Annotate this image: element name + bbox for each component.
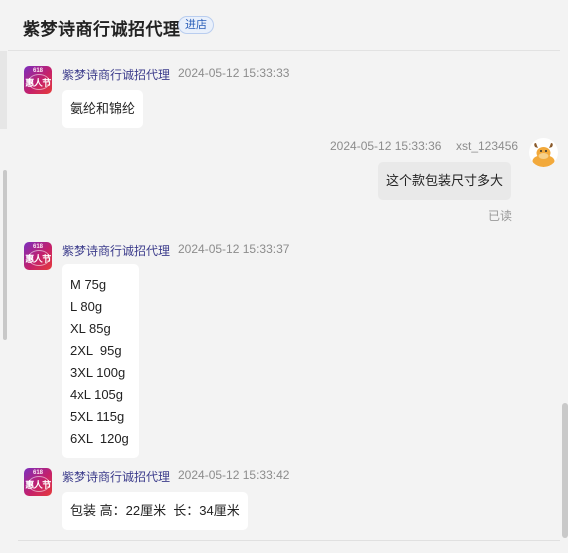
- message-text-line: 2XL 95g: [70, 343, 122, 358]
- message-text-line: XL 85g: [70, 321, 111, 336]
- merchant-avatar[interactable]: 618 惠人节: [24, 242, 52, 270]
- message-bubble[interactable]: M 75g L 80g XL 85g 2XL 95g 3XL 100g 4xL …: [62, 264, 139, 458]
- message-sender[interactable]: 紫梦诗商行诚招代理: [62, 66, 170, 83]
- message-time: 2024-05-12 15:33:33: [178, 66, 290, 80]
- message-time: 2024-05-12 15:33:37: [178, 242, 290, 256]
- scrollbar-thumb[interactable]: [562, 403, 568, 538]
- message-time: 2024-05-12 15:33:36: [330, 139, 442, 153]
- message-bubble[interactable]: 包装 高：22厘米 长：34厘米: [62, 492, 248, 530]
- message-time: 2024-05-12 15:33:42: [178, 468, 290, 482]
- message-bubble[interactable]: 氨纶和锦纶: [62, 90, 144, 128]
- message-text-line: 5XL 115g: [70, 409, 125, 424]
- read-status: 已读: [488, 209, 513, 223]
- left-panel-tab: [0, 51, 7, 129]
- my-message-bubble[interactable]: 这个款包装尺寸多大: [378, 162, 512, 200]
- enter-shop-button[interactable]: 进店: [178, 16, 214, 34]
- merchant-avatar[interactable]: 618 惠人节: [24, 468, 52, 496]
- merchant-avatar[interactable]: 618 惠人节: [24, 66, 52, 94]
- avatar-logo-text: 惠人节: [25, 78, 51, 88]
- avatar-logo-top-text: 618: [32, 68, 43, 74]
- message-text: 氨纶和锦纶: [70, 101, 136, 116]
- divider: [18, 540, 560, 541]
- message-text-line: 3XL 100g: [70, 365, 126, 380]
- avatar-logo-top-text: 618: [32, 244, 43, 250]
- avatar-logo-top-text: 618: [32, 470, 43, 476]
- message-text: 这个款包装尺寸多大: [386, 173, 504, 188]
- message-sender[interactable]: xst_123456: [456, 139, 518, 153]
- left-scrollbar[interactable]: [3, 170, 7, 340]
- chat-header: 紫梦诗商行诚招代理 进店: [0, 0, 568, 51]
- message-sender[interactable]: 紫梦诗商行诚招代理: [62, 242, 170, 259]
- cartoon-cow-avatar-icon[interactable]: [529, 138, 558, 167]
- avatar-logo-text: 惠人节: [25, 480, 51, 490]
- message-text: 包装 高：22厘米 长：34厘米: [70, 503, 240, 518]
- message-text-line: L 80g: [70, 299, 103, 314]
- message-sender[interactable]: 紫梦诗商行诚招代理: [62, 468, 170, 485]
- message-text-line: M 75g: [70, 277, 107, 292]
- avatar-logo-text: 惠人节: [25, 254, 51, 264]
- message-text-line: 6XL 120g: [70, 431, 129, 446]
- message-text-line: 4xL 105g: [70, 387, 124, 402]
- page-title: 紫梦诗商行诚招代理: [23, 20, 181, 39]
